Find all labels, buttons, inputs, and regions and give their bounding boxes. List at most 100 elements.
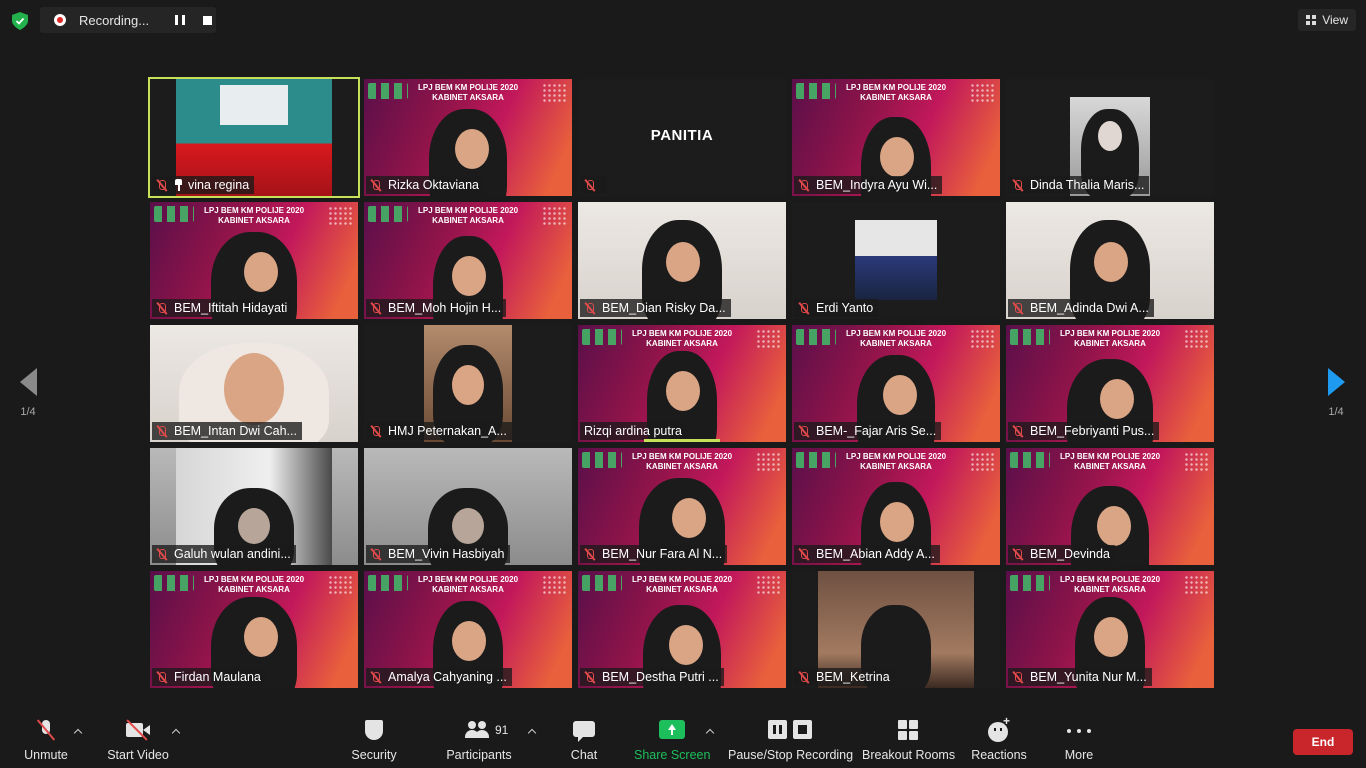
participant-name: HMJ Peternakan_A... [388, 424, 507, 438]
participant-name-tag: vina regina [152, 176, 255, 194]
banner-overlay: LPJ BEM KM POLIJE 2020 KABINET AKSARA [417, 83, 519, 102]
next-page[interactable]: 1/4 [1321, 368, 1351, 418]
share-screen-icon [659, 718, 685, 744]
arrow-left-icon[interactable] [19, 368, 37, 396]
gallery-grid: vina regina LPJ BEM KM POLIJE 2020 KABINET… [148, 77, 1216, 689]
participant-tile[interactable]: LPJ BEM KM POLIJE 2020 KABINET AKSARA BEM_… [792, 448, 1000, 565]
participants-label: Participants [446, 748, 512, 762]
participant-tile[interactable]: LPJ BEM KM POLIJE 2020 KABINET AKSARA BEM-… [792, 325, 1000, 442]
muted-mic-icon [370, 425, 382, 438]
participant-tile[interactable]: BEM_Intan Dwi Cah... [150, 325, 358, 442]
participant-name-tag: BEM_Febriyanti Pus... [1008, 422, 1160, 440]
pin-icon [174, 179, 183, 191]
encryption-shield-icon[interactable] [12, 12, 28, 30]
record-icon [54, 14, 66, 26]
participant-name-tag: BEM-_Fajar Aris Se... [794, 422, 942, 440]
banner-overlay: LPJ BEM KM POLIJE 2020 KABINET AKSARA [845, 329, 947, 348]
participant-tile[interactable]: LPJ BEM KM POLIJE 2020 KABINET AKSARA BEM_… [364, 202, 572, 319]
muted-mic-icon [156, 179, 168, 192]
participant-tile[interactable]: LPJ BEM KM POLIJE 2020 KABINET AKSARA BEM_… [150, 202, 358, 319]
participant-tile[interactable]: LPJ BEM KM POLIJE 2020 KABINET AKSARA BEM_… [1006, 325, 1214, 442]
participant-name: BEM_Abian Addy A... [816, 547, 935, 561]
muted-mic-icon [370, 302, 382, 315]
start-video-label: Start Video [107, 748, 169, 762]
participant-name-tag: BEM_Ketrina [794, 668, 895, 686]
participant-tile[interactable]: LPJ BEM KM POLIJE 2020 KABINET AKSARA BEM_… [1006, 571, 1214, 688]
banner-overlay: LPJ BEM KM POLIJE 2020 KABINET AKSARA [845, 83, 947, 102]
participant-name-tag: Dinda Thalia Maris... [1008, 176, 1150, 194]
participant-tile[interactable]: LPJ BEM KM POLIJE 2020 KABINET AKSARA BEM_… [1006, 448, 1214, 565]
participant-tile[interactable]: vina regina [148, 77, 360, 198]
view-button[interactable]: View [1298, 9, 1356, 31]
participant-name: BEM_Vivin Hasbiyah [388, 547, 505, 561]
participant-name: Firdan Maulana [174, 670, 261, 684]
recording-label: Recording... [79, 12, 150, 28]
audio-level-bar [644, 439, 720, 442]
participant-tile[interactable]: PANITIA [578, 79, 786, 196]
stop-recording-icon[interactable] [203, 15, 212, 25]
previous-page[interactable]: 1/4 [13, 368, 43, 418]
participant-tile[interactable]: BEM_Vivin Hasbiyah [364, 448, 572, 565]
meeting-toolbar: Unmute Start Video Security Participants… [0, 714, 1366, 768]
participant-tile[interactable]: BEM_Adinda Dwi A... [1006, 202, 1214, 319]
participant-tile[interactable]: LPJ BEM KM POLIJE 2020 KABINET AKSARA Amal… [364, 571, 572, 688]
banner-overlay: LPJ BEM KM POLIJE 2020 KABINET AKSARA [417, 575, 519, 594]
end-meeting-button[interactable]: End [1293, 729, 1353, 755]
participant-tile[interactable]: BEM_Ketrina [792, 571, 1000, 688]
participant-tile[interactable]: LPJ BEM KM POLIJE 2020 KABINET AKSARA Rizq… [578, 325, 786, 442]
share-screen-button[interactable]: Share Screen [634, 718, 710, 766]
banner-overlay: LPJ BEM KM POLIJE 2020 KABINET AKSARA [417, 206, 519, 225]
security-button[interactable]: Security [346, 718, 402, 766]
video-options-caret[interactable] [171, 728, 181, 738]
muted-mic-icon [1012, 302, 1024, 315]
participant-name-tag: Amalya Cahyaning ... [366, 668, 512, 686]
participant-tile[interactable]: LPJ BEM KM POLIJE 2020 KABINET AKSARA Fird… [150, 571, 358, 688]
muted-mic-icon [156, 671, 168, 684]
chat-label: Chat [570, 748, 598, 762]
unmute-button[interactable]: Unmute [18, 718, 74, 766]
muted-mic-icon [798, 671, 810, 684]
participant-name-tag: BEM_Destha Putri ... [580, 668, 724, 686]
muted-mic-icon [1012, 425, 1024, 438]
participant-name-tag: BEM_Abian Addy A... [794, 545, 940, 563]
participant-tile[interactable]: Dinda Thalia Maris... [1006, 79, 1214, 196]
breakout-label: Breakout Rooms [862, 748, 956, 762]
participant-name-tag: BEM_Devinda [1008, 545, 1115, 563]
reactions-button[interactable]: Reactions [970, 714, 1028, 766]
participant-name-tag: BEM_Adinda Dwi A... [1008, 299, 1154, 317]
participant-name-tag: BEM_Indyra Ayu Wi... [794, 176, 943, 194]
chat-button[interactable]: Chat [562, 718, 606, 766]
participants-options-caret[interactable] [527, 728, 537, 738]
page-indicator-left: 1/4 [20, 406, 36, 418]
participant-name: Rizqi ardina putra [584, 424, 682, 438]
audio-options-caret[interactable] [73, 728, 83, 738]
participant-name-tag: BEM_Iftitah Hidayati [152, 299, 293, 317]
participant-tile[interactable]: LPJ BEM KM POLIJE 2020 KABINET AKSARA BEM_… [578, 571, 786, 688]
participant-tile[interactable]: HMJ Peternakan_A... [364, 325, 572, 442]
participant-tile[interactable]: Galuh wulan andini... [150, 448, 358, 565]
banner-overlay: LPJ BEM KM POLIJE 2020 KABINET AKSARA [203, 575, 305, 594]
breakout-rooms-icon [898, 718, 918, 744]
participant-name-tag: BEM_Nur Fara Al N... [580, 545, 728, 563]
muted-mic-icon [798, 179, 810, 192]
participant-name: BEM_Iftitah Hidayati [174, 301, 288, 315]
participant-tile[interactable]: BEM_Dian Risky Da... [578, 202, 786, 319]
participant-tile[interactable]: Erdi Yanto [792, 202, 1000, 319]
pause-stop-recording-button[interactable]: Pause/Stop Recording [728, 718, 853, 766]
banner-overlay: LPJ BEM KM POLIJE 2020 KABINET AKSARA [631, 329, 733, 348]
pause-recording-icon[interactable] [175, 15, 185, 25]
breakout-rooms-button[interactable]: Breakout Rooms [862, 718, 956, 766]
participant-tile[interactable]: LPJ BEM KM POLIJE 2020 KABINET AKSARA BEM_… [792, 79, 1000, 196]
participant-name: BEM-_Fajar Aris Se... [816, 424, 937, 438]
more-button[interactable]: More [1060, 718, 1098, 766]
microphone-muted-icon [37, 718, 55, 744]
participant-name: BEM_Devinda [1030, 547, 1110, 561]
participant-tile[interactable]: LPJ BEM KM POLIJE 2020 KABINET AKSARA Rizk… [364, 79, 572, 196]
start-video-button[interactable]: Start Video [104, 718, 172, 766]
arrow-right-icon[interactable] [1327, 368, 1345, 396]
more-dots-icon [1067, 718, 1091, 744]
participant-tile[interactable]: LPJ BEM KM POLIJE 2020 KABINET AKSARA BEM_… [578, 448, 786, 565]
participant-name-tag: BEM_Intan Dwi Cah... [152, 422, 302, 440]
muted-mic-icon [798, 302, 810, 315]
muted-mic-icon [370, 548, 382, 561]
